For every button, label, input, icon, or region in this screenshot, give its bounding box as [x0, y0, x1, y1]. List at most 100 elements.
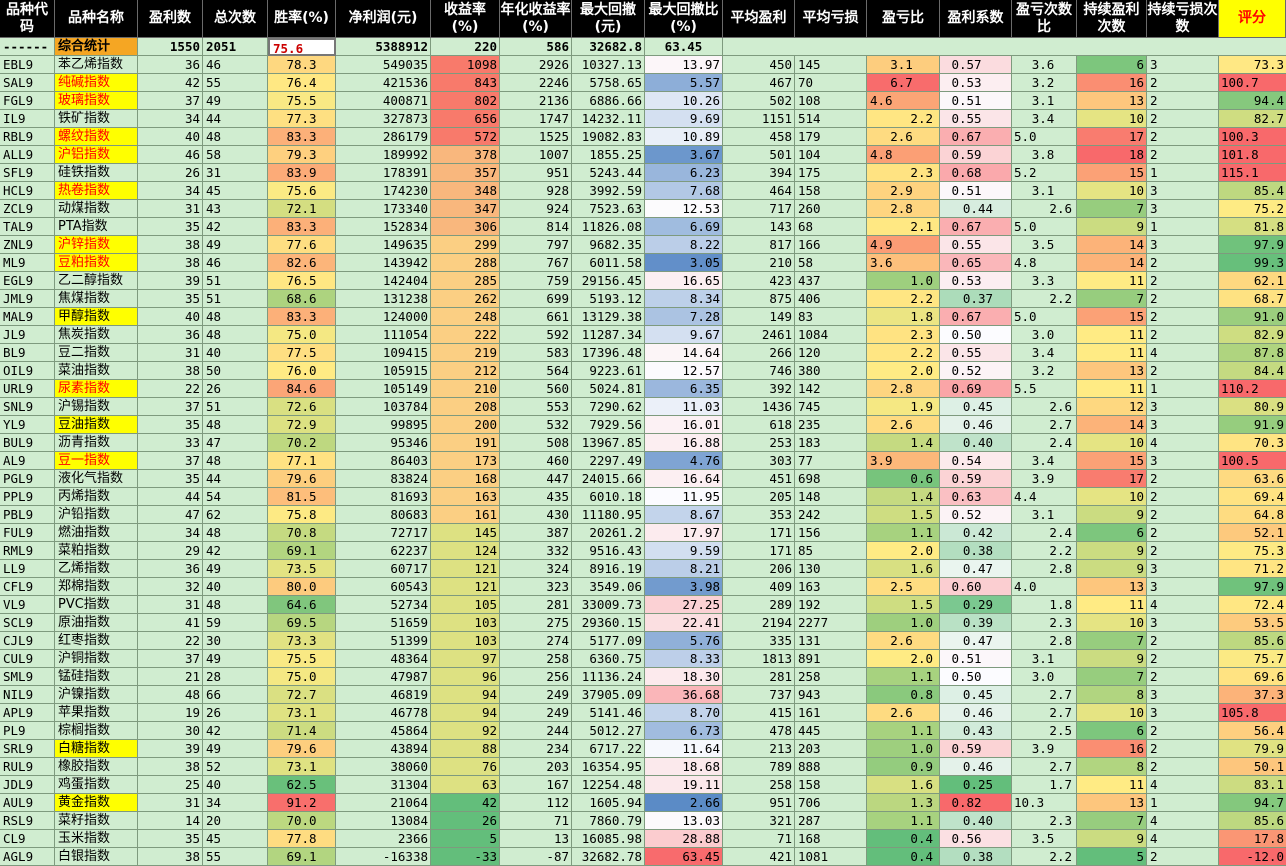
cell-consloss[interactable]: 2 — [1147, 488, 1219, 506]
cell-maxdd[interactable]: 6010.18 — [572, 488, 645, 506]
cell-returnrate[interactable]: 219 — [431, 344, 500, 362]
cell-avgloss[interactable]: 888 — [795, 758, 867, 776]
cell-plcoef[interactable]: 0.51 — [940, 92, 1012, 110]
cell-conswin[interactable]: 11 — [1077, 380, 1147, 398]
cell-total[interactable]: 49 — [203, 92, 268, 110]
cell-plratio[interactable]: 2.8 — [867, 380, 940, 398]
cell-returnrate[interactable]: 103 — [431, 632, 500, 650]
cell-annual[interactable]: 924 — [500, 200, 572, 218]
cell-maxddpct[interactable]: 8.33 — [645, 650, 723, 668]
cell-plcoef[interactable]: 0.38 — [940, 542, 1012, 560]
cell-maxdd[interactable]: 33009.73 — [572, 596, 645, 614]
cell-code[interactable]: ZCL9 — [0, 200, 55, 218]
cell-avgloss[interactable]: 437 — [795, 272, 867, 290]
cell-name[interactable]: 燃油指数 — [55, 524, 138, 542]
cell-returnrate[interactable]: 191 — [431, 434, 500, 452]
cell-netprofit[interactable]: -16338 — [336, 848, 431, 866]
cell-avgwin[interactable]: 502 — [723, 92, 795, 110]
cell-name[interactable]: 豆二指数 — [55, 344, 138, 362]
cell-netprofit[interactable]: 38060 — [336, 758, 431, 776]
cell-annual[interactable]: 332 — [500, 542, 572, 560]
cell-code[interactable]: PL9 — [0, 722, 55, 740]
cell-plratio[interactable]: 0.4 — [867, 830, 940, 848]
cell-plratio[interactable]: 2.3 — [867, 164, 940, 182]
cell-annual[interactable]: 234 — [500, 740, 572, 758]
cell-consloss[interactable]: 2 — [1147, 542, 1219, 560]
cell-score[interactable]: 100.5 — [1219, 452, 1286, 470]
cell-consloss[interactable]: 2 — [1147, 722, 1219, 740]
cell-netprofit[interactable]: 46778 — [336, 704, 431, 722]
cell-plcoef[interactable]: 0.40 — [940, 434, 1012, 452]
cell-plcountratio[interactable]: 10.3 — [1012, 794, 1077, 812]
cell-plratio[interactable]: 2.2 — [867, 110, 940, 128]
cell-score[interactable]: 69.6 — [1219, 668, 1286, 686]
cell-score[interactable]: 87.8 — [1219, 344, 1286, 362]
cell-annual[interactable]: 2246 — [500, 74, 572, 92]
cell-avgwin[interactable]: 423 — [723, 272, 795, 290]
cell-annual[interactable]: 258 — [500, 650, 572, 668]
cell-plratio[interactable]: 2.0 — [867, 650, 940, 668]
cell-wins[interactable]: 34 — [138, 524, 203, 542]
cell-wins[interactable]: 37 — [138, 452, 203, 470]
cell-code[interactable]: JML9 — [0, 290, 55, 308]
cell-avgloss[interactable]: 108 — [795, 92, 867, 110]
cell-name[interactable]: 焦炭指数 — [55, 326, 138, 344]
cell-plcountratio[interactable]: 5.0 — [1012, 128, 1077, 146]
cell-annual[interactable]: 430 — [500, 506, 572, 524]
header-maxddpct[interactable]: 最大回撤比(%) — [645, 0, 723, 38]
cell-score[interactable]: 105.8 — [1219, 704, 1286, 722]
cell-total[interactable]: 44 — [203, 110, 268, 128]
cell-plcountratio[interactable]: 2.2 — [1012, 290, 1077, 308]
cell-consloss[interactable]: 4 — [1147, 830, 1219, 848]
cell-plcoef[interactable]: 0.37 — [940, 290, 1012, 308]
cell-plratio[interactable]: 4.8 — [867, 146, 940, 164]
cell-avgwin[interactable]: 789 — [723, 758, 795, 776]
cell-score[interactable]: 75.2 — [1219, 200, 1286, 218]
cell-avgloss[interactable]: 120 — [795, 344, 867, 362]
cell-score[interactable]: 91.9 — [1219, 416, 1286, 434]
cell-winrate[interactable]: 73.1 — [268, 758, 336, 776]
cell-total[interactable]: 66 — [203, 686, 268, 704]
summary-maxdd[interactable]: 32682.8 — [572, 38, 645, 56]
cell-plcoef[interactable]: 0.55 — [940, 236, 1012, 254]
cell-plratio[interactable]: 2.6 — [867, 416, 940, 434]
cell-netprofit[interactable]: 51659 — [336, 614, 431, 632]
cell-wins[interactable]: 38 — [138, 362, 203, 380]
cell-plratio[interactable]: 2.6 — [867, 128, 940, 146]
cell-plratio[interactable]: 2.1 — [867, 218, 940, 236]
cell-code[interactable]: APL9 — [0, 704, 55, 722]
cell-wins[interactable]: 39 — [138, 272, 203, 290]
cell-maxdd[interactable]: 24015.66 — [572, 470, 645, 488]
cell-code[interactable]: CJL9 — [0, 632, 55, 650]
cell-returnrate[interactable]: 121 — [431, 560, 500, 578]
cell-avgloss[interactable]: 130 — [795, 560, 867, 578]
cell-plcoef[interactable]: 0.47 — [940, 632, 1012, 650]
cell-consloss[interactable]: 2 — [1147, 146, 1219, 164]
cell-score[interactable]: 94.7 — [1219, 794, 1286, 812]
cell-wins[interactable]: 33 — [138, 434, 203, 452]
cell-plcountratio[interactable]: 3.6 — [1012, 56, 1077, 74]
cell-annual[interactable]: 71 — [500, 812, 572, 830]
cell-name[interactable]: 沪铅指数 — [55, 506, 138, 524]
cell-code[interactable]: SCL9 — [0, 614, 55, 632]
cell-name[interactable]: 棕榈指数 — [55, 722, 138, 740]
cell-conswin[interactable]: 14 — [1077, 254, 1147, 272]
cell-winrate[interactable]: 64.6 — [268, 596, 336, 614]
cell-netprofit[interactable]: 60543 — [336, 578, 431, 596]
cell-plratio[interactable]: 1.3 — [867, 794, 940, 812]
cell-name[interactable]: 郑棉指数 — [55, 578, 138, 596]
cell-plratio[interactable]: 3.9 — [867, 452, 940, 470]
cell-avgwin[interactable]: 618 — [723, 416, 795, 434]
cell-winrate[interactable]: 73.1 — [268, 704, 336, 722]
summary-wins[interactable]: 1550 — [138, 38, 203, 56]
cell-netprofit[interactable]: 124000 — [336, 308, 431, 326]
cell-netprofit[interactable]: 52734 — [336, 596, 431, 614]
cell-plcoef[interactable]: 0.50 — [940, 668, 1012, 686]
cell-avgwin[interactable]: 171 — [723, 524, 795, 542]
cell-returnrate[interactable]: 63 — [431, 776, 500, 794]
cell-conswin[interactable]: 10 — [1077, 488, 1147, 506]
cell-name[interactable]: 沪镍指数 — [55, 686, 138, 704]
cell-code[interactable]: IL9 — [0, 110, 55, 128]
cell-annual[interactable]: 281 — [500, 596, 572, 614]
cell-wins[interactable]: 14 — [138, 812, 203, 830]
